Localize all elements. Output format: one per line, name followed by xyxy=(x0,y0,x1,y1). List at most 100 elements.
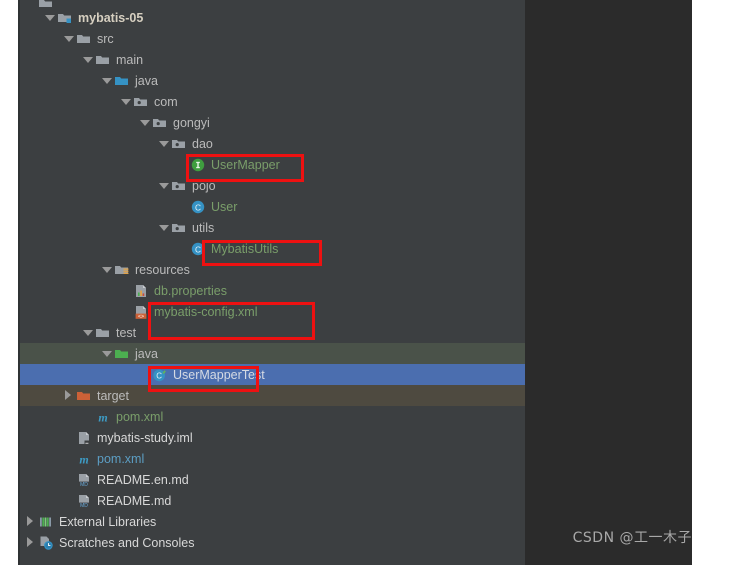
project-tool-window[interactable]: mybatis-05 src main java com gongyi dao UserMap… xyxy=(20,0,525,565)
maven-icon: m xyxy=(76,451,92,467)
chevron-down-icon[interactable] xyxy=(82,327,93,338)
tree-row-label: README.en.md xyxy=(97,472,189,487)
chevron-down-icon[interactable] xyxy=(101,75,112,86)
tree-row-java-main[interactable]: java xyxy=(20,70,525,91)
tree-row-readme-md[interactable]: MD README.md xyxy=(20,490,525,511)
chevron-down-icon[interactable] xyxy=(158,222,169,233)
class-icon: C xyxy=(190,199,206,215)
chevron-down-icon[interactable] xyxy=(139,117,150,128)
tree-row-scratches[interactable]: Scratches and Consoles xyxy=(20,532,525,553)
chevron-down-icon[interactable] xyxy=(158,138,169,149)
screenshot-root: mybatis-05 src main java com gongyi dao UserMap… xyxy=(0,0,734,565)
maven-icon: m xyxy=(95,409,111,425)
scratches-icon xyxy=(38,535,54,551)
tree-row-label: pojo xyxy=(192,178,216,193)
tree-row-pojo[interactable]: pojo xyxy=(20,175,525,196)
markdown-icon: MD xyxy=(76,493,92,509)
tree-row-label: UserMapper xyxy=(211,157,280,172)
tree-row-mybatisutils[interactable]: C MybatisUtils xyxy=(20,238,525,259)
chevron-right-icon[interactable] xyxy=(25,516,36,527)
svg-text:MD: MD xyxy=(80,481,88,487)
chevron-right-icon[interactable] xyxy=(63,390,74,401)
tree-row-target[interactable]: target xyxy=(20,385,525,406)
chevron-down-icon[interactable] xyxy=(158,180,169,191)
tree-row-test[interactable]: test xyxy=(20,322,525,343)
tree-row-readme-en-md[interactable]: MD README.en.md xyxy=(20,469,525,490)
tree-row-src[interactable]: src xyxy=(20,28,525,49)
chevron-down-icon[interactable] xyxy=(63,33,74,44)
tree-row-mybatis-05[interactable]: mybatis-05 xyxy=(20,7,525,28)
tree-row-main[interactable]: main xyxy=(20,49,525,70)
tree-row-label: pom.xml xyxy=(116,409,164,424)
excluded-folder-icon xyxy=(76,388,92,404)
tree-row-dao[interactable]: dao xyxy=(20,133,525,154)
chevron-down-icon[interactable] xyxy=(120,96,131,107)
tree-row-label: mybatis-study.iml xyxy=(97,430,193,445)
markdown-icon: MD xyxy=(76,472,92,488)
svg-text:m: m xyxy=(98,410,107,424)
tree-row-label: MybatisUtils xyxy=(211,241,279,256)
chevron-down-icon[interactable] xyxy=(44,12,55,23)
resource-root-icon xyxy=(114,262,130,278)
chevron-right-icon[interactable] xyxy=(25,537,36,548)
tree-row-mybatis-config-xml[interactable]: <> mybatis-config.xml xyxy=(20,301,525,322)
tree-row-usermapper[interactable]: UserMapper xyxy=(20,154,525,175)
tree-row-partial-top[interactable] xyxy=(20,0,525,7)
tree-row-pom-module[interactable]: m pom.xml xyxy=(20,406,525,427)
tree-row-label: db.properties xyxy=(154,283,227,298)
tree-row-label: com xyxy=(154,94,178,109)
chevron-down-icon[interactable] xyxy=(101,264,112,275)
folder-icon xyxy=(95,325,111,341)
folder-module-icon xyxy=(38,0,54,7)
tree-row-external-libraries[interactable]: External Libraries xyxy=(20,511,525,532)
svg-text:C: C xyxy=(195,244,201,254)
tree-row-resources[interactable]: resources xyxy=(20,259,525,280)
tree-row-db-properties[interactable]: db.properties xyxy=(20,280,525,301)
tree-row-user[interactable]: C User xyxy=(20,196,525,217)
tree-row-java-test[interactable]: java xyxy=(20,343,525,364)
tree-row-label: src xyxy=(97,31,114,46)
tree-row-label: main xyxy=(116,52,144,67)
test-root-icon xyxy=(114,346,130,362)
tree-row-pom-root[interactable]: m pom.xml xyxy=(20,448,525,469)
tree-row-label: External Libraries xyxy=(59,514,157,529)
tree-row-label: Scratches and Consoles xyxy=(59,535,195,550)
watermark-text: CSDN @工一木子 xyxy=(572,530,692,546)
chevron-down-icon[interactable] xyxy=(101,348,112,359)
tree-row-usermappertest[interactable]: C UserMapperTest xyxy=(20,364,525,385)
tree-row-label: mybatis-config.xml xyxy=(154,304,258,319)
tree-row-com[interactable]: com xyxy=(20,91,525,112)
libraries-icon xyxy=(38,514,54,530)
xml-icon: <> xyxy=(133,304,149,320)
package-icon xyxy=(133,94,149,110)
class-icon: C xyxy=(190,241,206,257)
chevron-down-icon[interactable] xyxy=(82,54,93,65)
tree-row-gongyi[interactable]: gongyi xyxy=(20,112,525,133)
tree-row-label: UserMapperTest xyxy=(173,367,265,382)
tree-row-label: User xyxy=(211,199,238,214)
project-tree[interactable]: mybatis-05 src main java com gongyi dao UserMap… xyxy=(20,0,525,553)
svg-text:C: C xyxy=(156,371,162,380)
tree-row-utils[interactable]: utils xyxy=(20,217,525,238)
package-icon xyxy=(171,220,187,236)
tree-row-label: dao xyxy=(192,136,213,151)
package-icon xyxy=(171,178,187,194)
tree-row-mybatis-study-iml[interactable]: mybatis-study.iml xyxy=(20,427,525,448)
svg-text:<>: <> xyxy=(138,313,144,319)
tree-row-label: resources xyxy=(135,262,190,277)
svg-text:m: m xyxy=(79,452,88,466)
package-icon xyxy=(152,115,168,131)
iml-icon xyxy=(76,430,92,446)
svg-text:C: C xyxy=(195,202,201,212)
